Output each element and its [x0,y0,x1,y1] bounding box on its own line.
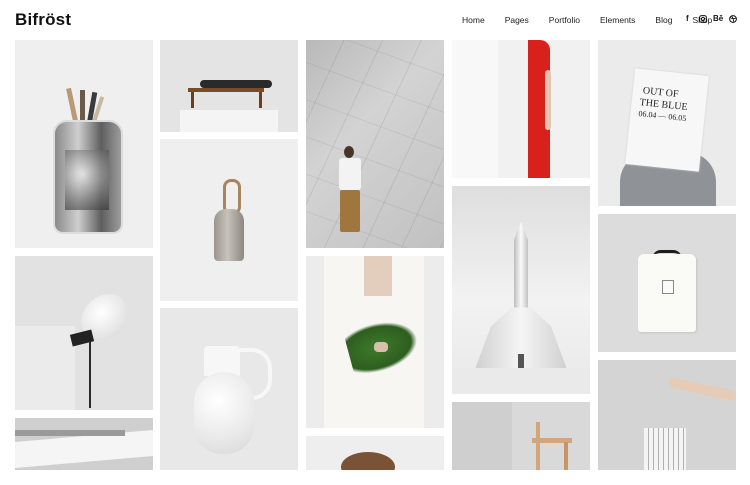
brown-trousers [340,190,360,232]
paper-bag: OUT OF THE BLUE 06.04 — 06.05 [625,68,709,172]
striped-basket [644,428,686,470]
nav-item-home[interactable]: Home [462,15,485,25]
stone-weight [214,209,244,261]
facebook-icon[interactable]: f [686,14,689,23]
head [344,146,354,158]
site-header: Bifröst Home Pages Portfolio Elements Bl… [0,0,750,40]
portfolio-item-white-jug[interactable] [160,308,298,470]
portfolio-item-brush-jar[interactable] [15,40,153,248]
nav-item-elements[interactable]: Elements [600,15,635,25]
wall-panel [452,402,512,470]
site-logo[interactable]: Bifröst [15,10,71,30]
nav-item-portfolio[interactable]: Portfolio [549,15,580,25]
wall-shadow [15,326,75,410]
wooden-bench [188,88,264,92]
jug-body [194,372,254,454]
concrete-panels [306,40,444,248]
light-stand [89,342,91,408]
jar-photo [65,150,109,210]
hand [374,342,388,352]
portfolio-item-umbrella-light[interactable] [15,256,153,410]
arm [667,377,736,401]
neck [364,256,392,296]
portfolio-item-red-dress[interactable] [452,40,590,178]
nav-item-blog[interactable]: Blog [655,15,672,25]
portfolio-item-hair-crop[interactable] [306,436,444,470]
behance-icon[interactable]: Bē [713,14,723,23]
reclining-person [200,80,272,88]
hair [341,452,395,470]
nav-item-pages[interactable]: Pages [505,15,529,25]
cotton-bag [638,254,696,332]
arm [545,70,551,130]
portfolio-item-reclining-figure[interactable] [160,40,298,132]
white-tshirt [339,158,361,190]
portfolio-item-bag-head[interactable]: OUT OF THE BLUE 06.04 — 06.05 [598,40,736,206]
chair-back-leg [536,422,540,470]
bench-leg [259,92,262,108]
portfolio-item-drawstring-bag[interactable] [598,214,736,352]
plinth [180,110,278,132]
main-nav: Home Pages Portfolio Elements Blog Shop [462,15,732,25]
portfolio-item-woman-fern[interactable] [306,256,444,428]
portfolio-item-white-table[interactable] [15,418,153,470]
portfolio-item-church[interactable] [452,186,590,394]
dribbble-icon[interactable] [729,15,737,23]
table-edge [15,430,125,436]
plaza [452,368,590,394]
chair-leg [564,442,568,470]
wall-panel [452,40,498,178]
bag-logo-icon [662,280,674,294]
portfolio-item-wooden-chair[interactable] [452,402,590,470]
portfolio-item-rope-weight[interactable] [160,139,298,301]
bench-leg [191,92,194,108]
church-door [518,354,524,368]
portfolio-item-concrete-wall-man[interactable] [306,40,444,248]
portfolio-item-hand-basket[interactable] [598,360,736,470]
instagram-icon[interactable] [699,15,707,23]
